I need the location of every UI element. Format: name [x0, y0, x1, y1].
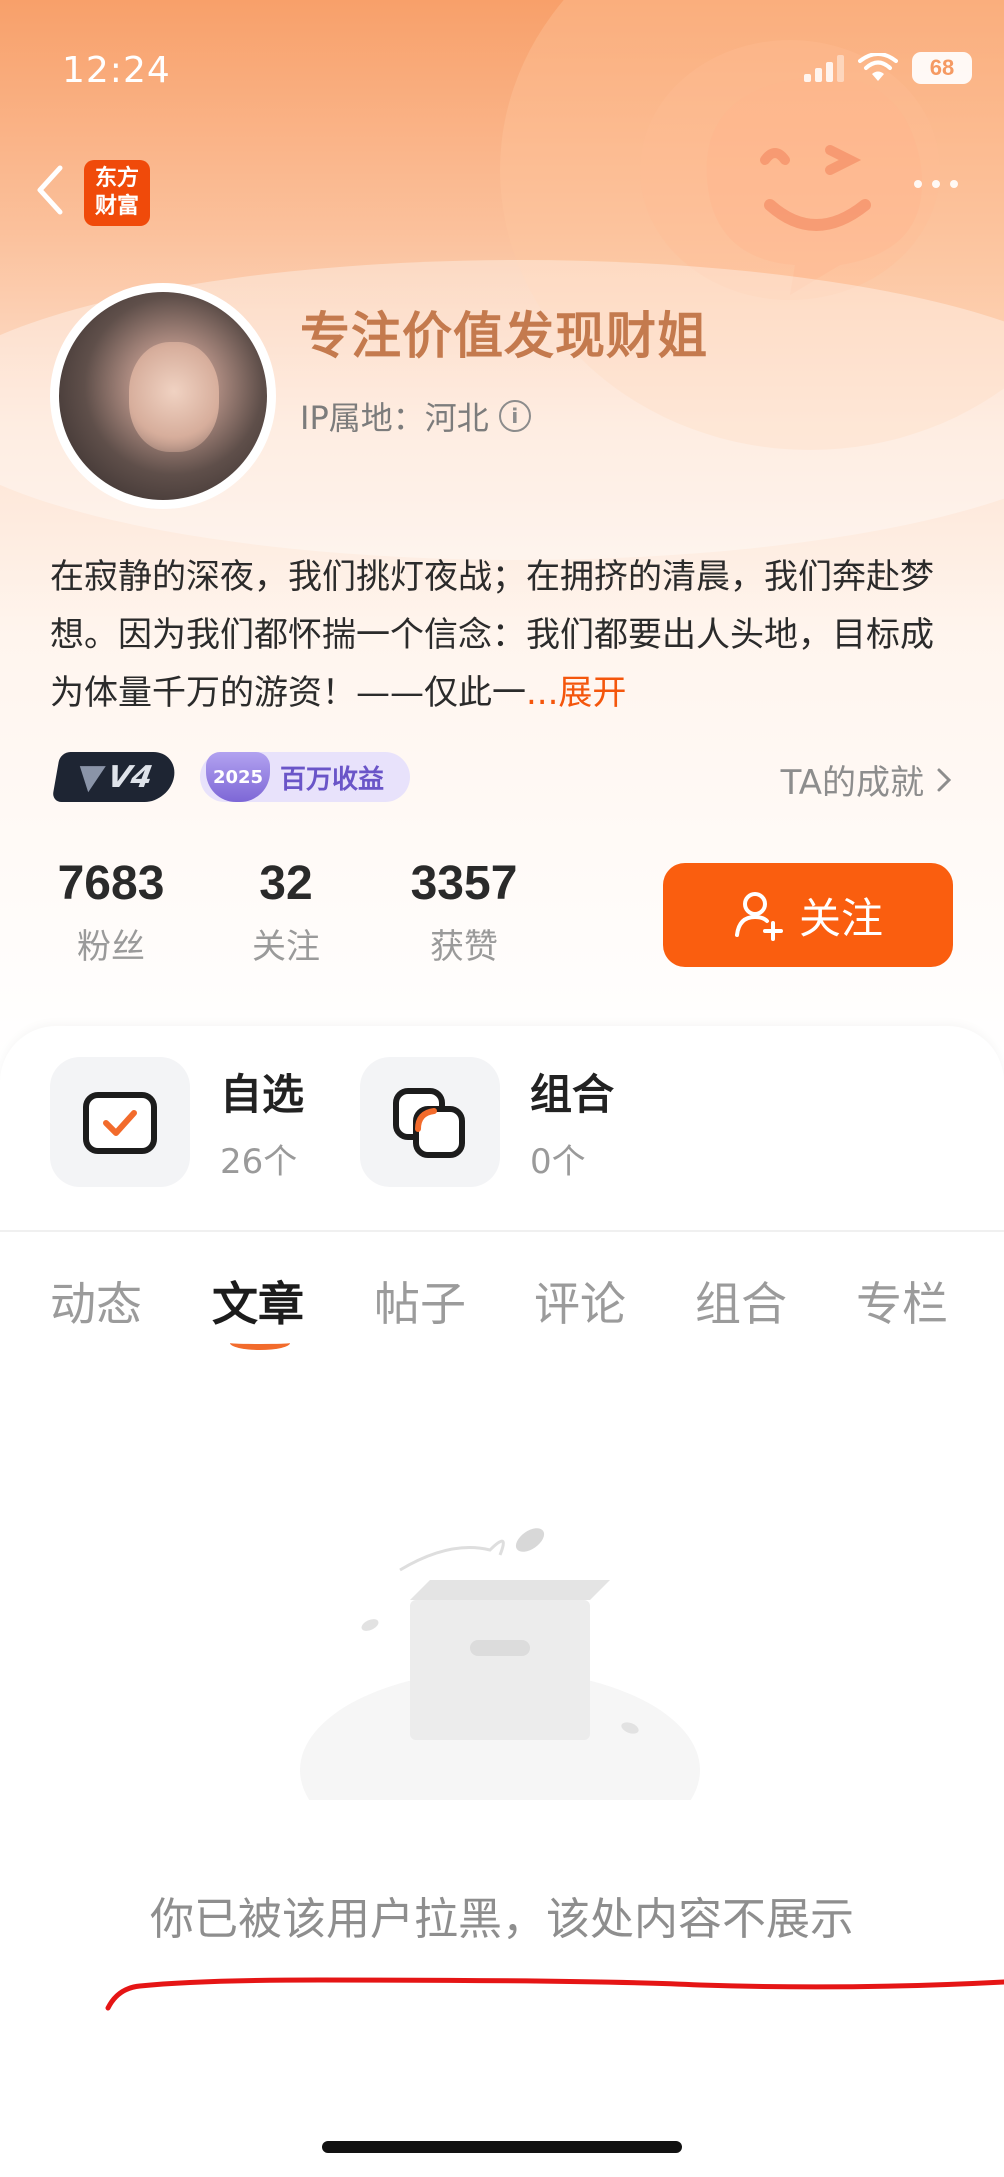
tile-icon-box [360, 1057, 500, 1187]
level-badge[interactable]: ▼ V4 [51, 752, 179, 802]
battery-indicator: 68 [912, 52, 972, 84]
tab-dynamics[interactable]: 动态 [50, 1268, 142, 1334]
stat-likes[interactable]: 3357 获赞 [400, 856, 528, 968]
stat-value: 3357 [410, 857, 518, 910]
profile-bio: 在寂静的深夜，我们挑灯夜战；在拥挤的清晨，我们奔赴梦想。因为我们都怀揣一个信念：… [50, 548, 960, 722]
empty-state-message: 你已被该用户拉黑，该处内容不展示 [150, 1894, 854, 1945]
achievements-label: TA的成就 [780, 763, 924, 803]
tile-count: 0个 [530, 1142, 586, 1182]
chevron-right-icon [937, 768, 952, 791]
page: { "status_bar": { "time": "12:24", "batt… [0, 0, 1004, 2177]
tab-columns[interactable]: 专栏 [856, 1268, 948, 1334]
tab-posts[interactable]: 帖子 [374, 1268, 466, 1334]
avatar-image [59, 292, 267, 500]
level-text: V4 [104, 759, 156, 795]
ip-location: IP属地：河北 [300, 399, 489, 437]
info-icon[interactable]: i [498, 400, 531, 432]
add-user-icon [734, 892, 783, 941]
cellular-signal-icon [804, 54, 844, 82]
tile-title: 自选 [220, 1070, 305, 1119]
status-icons: 68 [804, 52, 972, 84]
expand-link[interactable]: ...展开 [526, 673, 626, 713]
milestone-badge[interactable]: 2025 百万收益 [200, 752, 410, 802]
logo-text: 东方 [94, 166, 139, 191]
stat-followers[interactable]: 7683 粉丝 [50, 856, 172, 968]
milestone-shield-icon: 2025 [206, 752, 270, 802]
stat-label: 粉丝 [77, 927, 145, 967]
tile-icon-box [50, 1057, 190, 1187]
empty-box-illustration [300, 1528, 700, 1800]
more-options-icon[interactable] [914, 180, 958, 188]
milestone-label: 百万收益 [280, 764, 385, 795]
stat-value: 32 [259, 857, 313, 910]
tile-title: 组合 [530, 1070, 615, 1119]
wifi-icon [858, 53, 898, 81]
stat-label: 关注 [252, 927, 320, 967]
back-arrow-icon[interactable] [30, 160, 70, 220]
stat-following[interactable]: 32 关注 [236, 856, 336, 968]
home-indicator[interactable] [322, 2141, 682, 2153]
achievements-link[interactable]: TA的成就 [781, 755, 952, 804]
logo-text: 财富 [94, 194, 139, 219]
portfolio-tile[interactable]: 组合 0个 [360, 1057, 614, 1187]
follow-label: 关注 [798, 893, 883, 943]
level-v-icon: ▼ [74, 757, 108, 797]
section-divider [0, 1230, 1004, 1232]
follow-button[interactable]: 关注 [663, 863, 953, 967]
tab-comments[interactable]: 评论 [534, 1268, 626, 1334]
tab-portfolio[interactable]: 组合 [695, 1268, 787, 1334]
stat-label: 获赞 [430, 927, 498, 967]
active-tab-indicator [230, 1336, 290, 1350]
tile-count: 26个 [220, 1142, 298, 1182]
avatar[interactable] [50, 283, 276, 509]
bio-text: 在寂静的深夜，我们挑灯夜战；在拥挤的清晨，我们奔赴梦想。因为我们都怀揣一个信念：… [50, 557, 934, 713]
tab-articles[interactable]: 文章 [212, 1268, 304, 1334]
red-annotation-line [105, 1977, 1004, 2011]
stat-value: 7683 [57, 857, 165, 910]
status-time: 12:24 [62, 50, 171, 91]
ip-location-row: IP属地：河北 i [300, 393, 531, 439]
app-logo: 东方 财富 [84, 160, 150, 226]
layers-icon [393, 1088, 465, 1158]
checkbox-icon [83, 1092, 157, 1154]
profile-name: 专注价值发现财姐 [300, 307, 708, 365]
watchlist-tile[interactable]: 自选 26个 [50, 1057, 304, 1187]
